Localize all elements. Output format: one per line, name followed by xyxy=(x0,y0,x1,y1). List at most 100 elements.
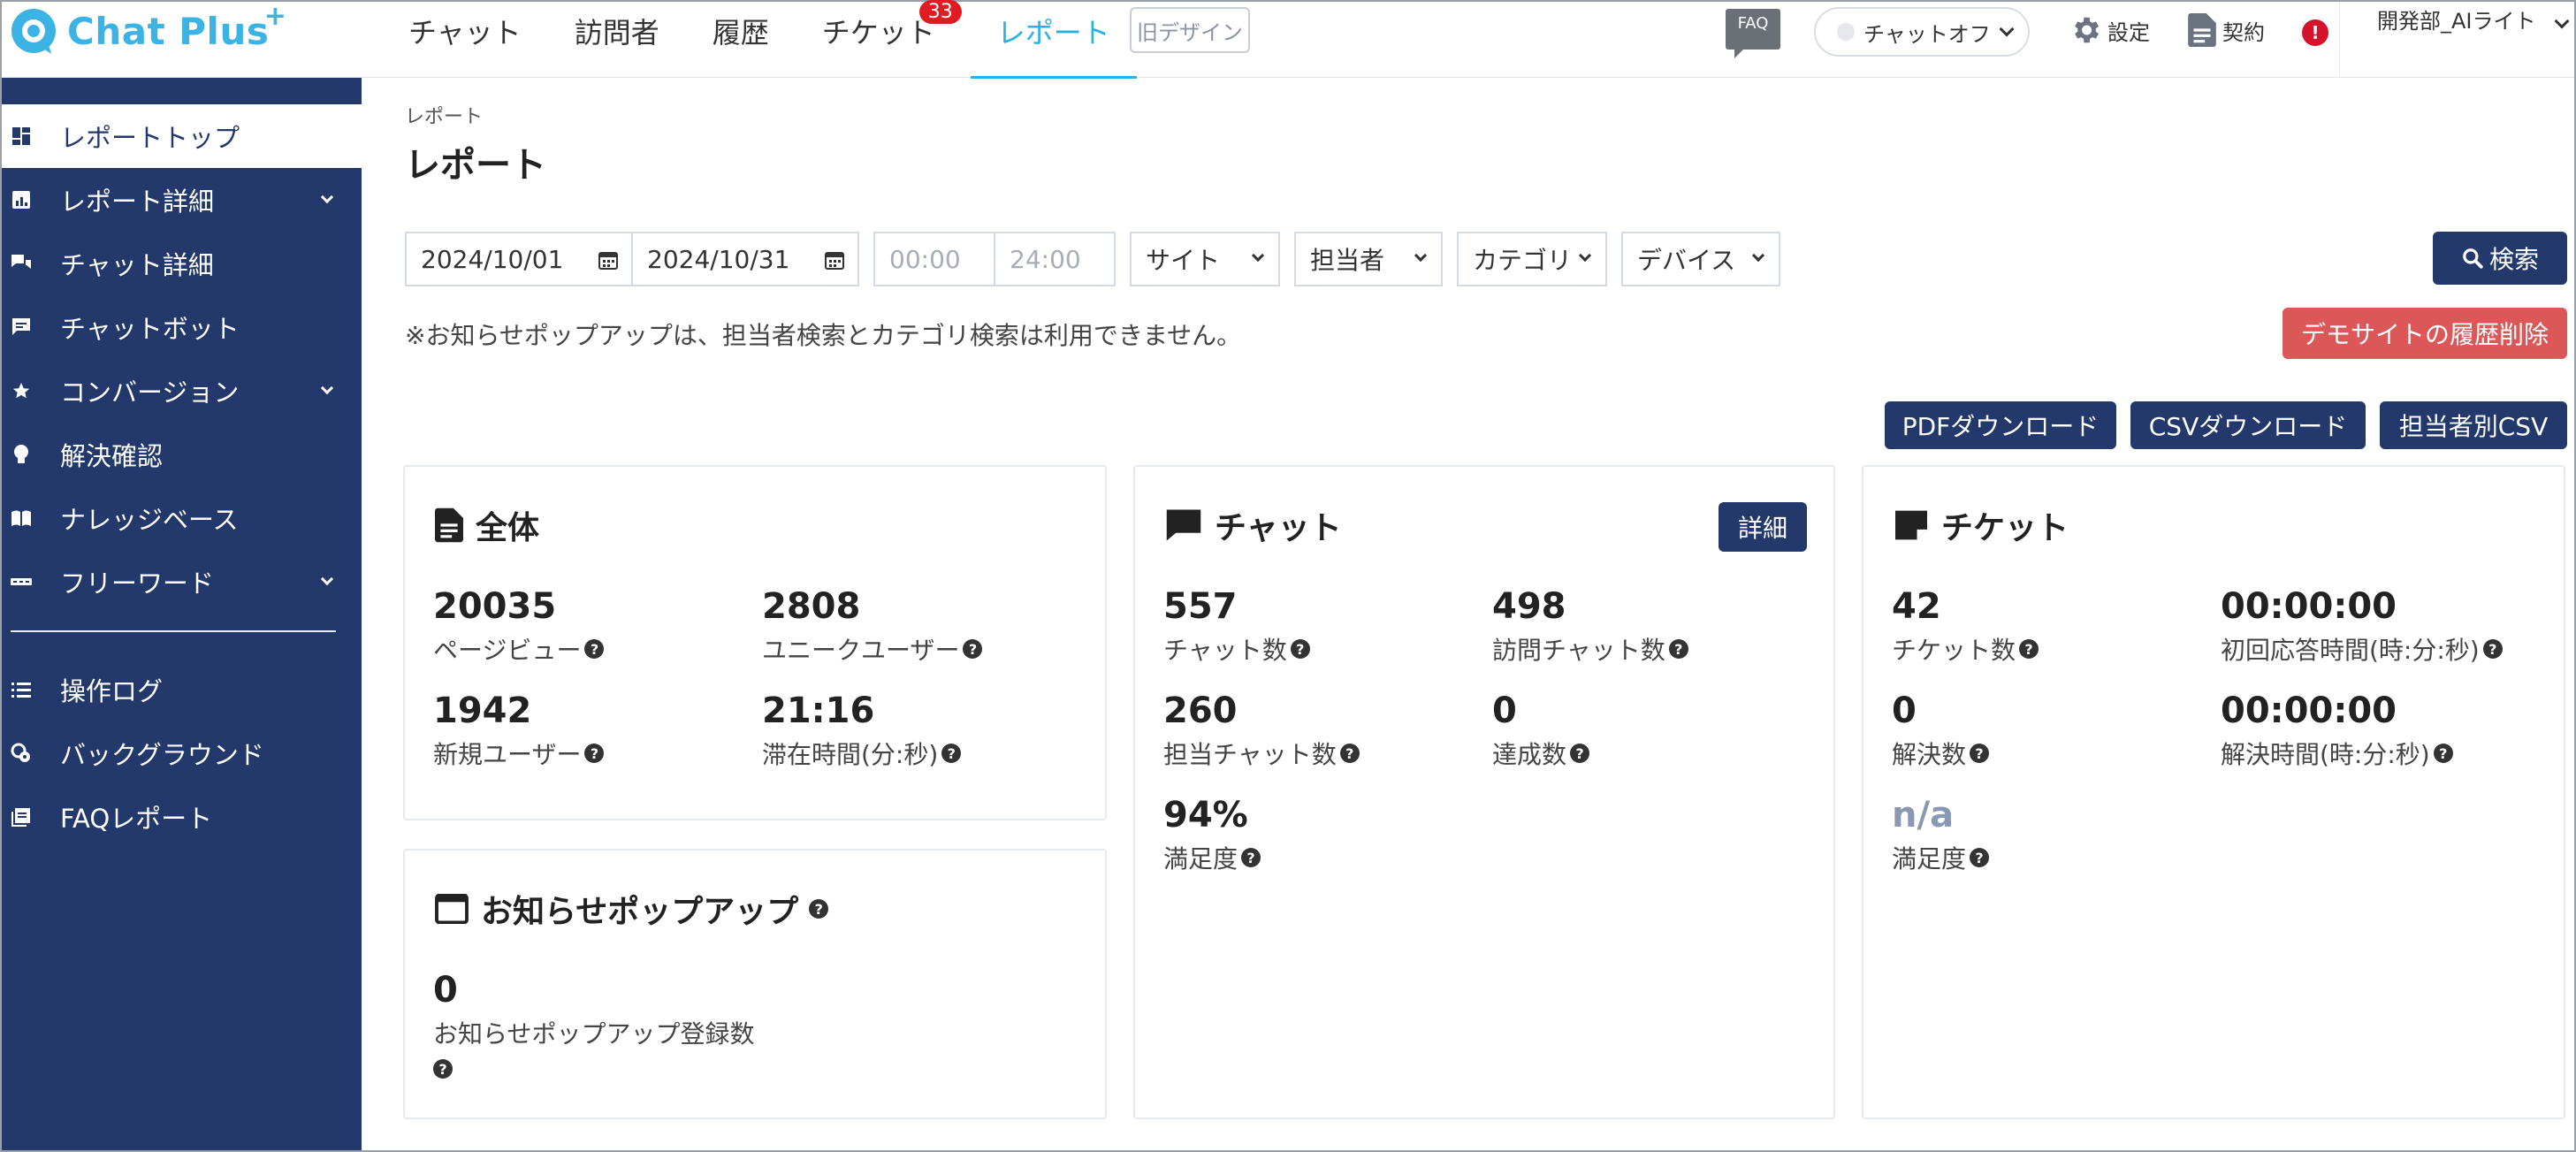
faq-icon[interactable]: FAQ xyxy=(1726,9,1780,58)
chat-card: チャット 詳細 557 チャット数? 498 訪問チャット数? 260 担当チャ… xyxy=(1133,465,1835,1119)
delete-demo-history-button[interactable]: デモサイトの履歴削除 xyxy=(2283,308,2567,359)
nav-ticket[interactable]: チケット 33 xyxy=(796,0,971,78)
help-icon[interactable]: ? xyxy=(1570,744,1590,763)
sidebar-item-free-word[interactable]: フリーワード xyxy=(2,550,362,614)
chevron-down-icon xyxy=(1751,248,1765,263)
csv-download-button[interactable]: CSVダウンロード xyxy=(2130,401,2366,449)
notice-text: ※お知らせポップアップは、担当者検索とカテゴリ検索は利用できません。 xyxy=(405,321,1242,350)
help-icon[interactable]: ? xyxy=(1241,848,1261,867)
help-icon[interactable]: ? xyxy=(2019,639,2039,659)
metric-ticket-count: 42 チケット数? xyxy=(1892,585,2039,667)
agent-csv-button[interactable]: 担当者別CSV xyxy=(2380,401,2567,449)
help-icon[interactable]: ? xyxy=(1668,639,1688,659)
chat-detail-button[interactable]: 詳細 xyxy=(1719,502,1807,552)
sidebar-item-label: フリーワード xyxy=(60,568,215,599)
user-menu[interactable]: 開発部_AIライト xyxy=(2339,2,2576,78)
category-select[interactable]: カテゴリ xyxy=(1457,232,1607,286)
alert-icon[interactable]: ! xyxy=(2302,19,2328,46)
metric-label-row: ユニークユーザー? xyxy=(762,631,983,667)
sidebar-item-label: FAQレポート xyxy=(60,804,213,834)
pdf-download-button[interactable]: PDFダウンロード xyxy=(1885,401,2116,449)
metric-first-response-time: 00:00:00 初回応答時間(時:分:秒)? xyxy=(2221,585,2503,667)
chevron-down-icon xyxy=(1999,21,2015,37)
nav-report-label: レポート xyxy=(996,16,1110,50)
date-to-value: 2024/10/31 xyxy=(647,244,790,274)
help-icon[interactable]: ? xyxy=(433,1059,453,1079)
sidebar-item-chat-detail[interactable]: チャット詳細 xyxy=(2,232,362,295)
metric-chat-satisfaction: 94% 満足度? xyxy=(1163,794,1261,875)
breadcrumb[interactable]: レポート xyxy=(405,101,483,129)
date-to-input[interactable]: 2024/10/31 xyxy=(631,232,859,286)
metric-value: 2808 xyxy=(762,586,861,627)
time-to-input[interactable]: 24:00 xyxy=(994,232,1116,286)
sidebar-divider xyxy=(11,630,336,632)
metric-label-row: ページビュー? xyxy=(433,631,605,667)
metric-label: 訪問チャット数 xyxy=(1492,636,1665,665)
contract-link[interactable]: 契約 xyxy=(2187,12,2265,48)
help-icon[interactable]: ? xyxy=(809,899,829,919)
sidebar-item-label: レポート詳細 xyxy=(60,187,215,217)
main-nav: チャット 訪問者 履歴 チケット 33 レポート xyxy=(382,0,1137,79)
settings-link[interactable]: 設定 xyxy=(2069,12,2150,48)
sidebar-item-chatbot[interactable]: チャットボット xyxy=(2,295,362,359)
sidebar-item-operation-log[interactable]: 操作ログ xyxy=(2,658,362,721)
popup-card: お知らせポップアップ ? 0 お知らせポップアップ登録数 ? xyxy=(403,849,1107,1119)
help-icon[interactable]: ? xyxy=(1290,639,1310,659)
help-icon[interactable]: ? xyxy=(2433,744,2453,763)
help-icon[interactable]: ? xyxy=(1970,744,1990,763)
device-select[interactable]: デバイス xyxy=(1621,232,1780,286)
metric-label: 解決時間(時:分:秒) xyxy=(2221,740,2430,769)
agent-select[interactable]: 担当者 xyxy=(1294,232,1443,286)
sidebar-item-conversion[interactable]: コンバージョン xyxy=(2,359,362,423)
logo[interactable]: Chat Plus + xyxy=(9,1,286,57)
metric-label-row: 滞在時間(分:秒)? xyxy=(762,736,962,771)
page-title: レポート xyxy=(405,145,546,186)
sidebar-item-background[interactable]: バックグラウンド xyxy=(2,721,362,785)
chat-status-toggle[interactable]: チャットオフ xyxy=(1814,7,2030,57)
metric-value: 1942 xyxy=(433,690,532,731)
metric-label: お知らせポップアップ登録数 xyxy=(433,1019,755,1049)
chat-plus-logo-icon xyxy=(11,9,56,54)
nav-report[interactable]: レポート xyxy=(970,2,1137,79)
site-select[interactable]: サイト xyxy=(1130,232,1280,286)
help-icon[interactable]: ? xyxy=(2482,639,2503,659)
user-name: 開発部_AIライト xyxy=(2377,9,2536,34)
time-from-input[interactable]: 00:00 xyxy=(873,232,995,286)
logo-plus: + xyxy=(263,0,287,32)
sidebar-item-report-top[interactable]: レポートトップ xyxy=(2,104,362,168)
dashboard-icon xyxy=(11,126,32,147)
search-button[interactable]: 検索 xyxy=(2433,232,2567,285)
sidebar-item-resolution[interactable]: 解決確認 xyxy=(2,423,362,486)
sidebar-item-label: レポートトップ xyxy=(60,123,240,153)
nav-history[interactable]: 履歴 xyxy=(686,2,796,78)
old-design-button[interactable]: 旧デザイン xyxy=(1130,7,1250,53)
date-from-input[interactable]: 2024/10/01 xyxy=(405,232,633,286)
sidebar-item-knowledge-base[interactable]: ナレッジベース xyxy=(2,486,362,550)
help-icon[interactable]: ? xyxy=(941,744,962,763)
time-to-placeholder: 24:00 xyxy=(1010,244,1081,274)
help-icon[interactable]: ? xyxy=(963,639,983,659)
metric-value: 0 xyxy=(1492,690,1517,731)
popup-card-title: お知らせポップアップ ? xyxy=(435,886,829,932)
help-icon[interactable]: ? xyxy=(584,639,605,659)
device-select-value: デバイス xyxy=(1637,246,1736,275)
contract-label: 契約 xyxy=(2222,19,2265,45)
help-icon[interactable]: ? xyxy=(584,744,605,763)
sidebar-item-faq-report[interactable]: FAQレポート xyxy=(2,785,362,849)
sidebar-item-report-detail[interactable]: レポート詳細 xyxy=(2,168,362,232)
abc-icon xyxy=(11,571,32,592)
help-row: ? xyxy=(433,1059,754,1079)
chat-status-label: チャットオフ xyxy=(1863,21,1991,47)
help-icon[interactable]: ? xyxy=(1339,744,1360,763)
chat-title-text: チャット xyxy=(1215,510,1342,546)
calendar-icon xyxy=(825,252,844,270)
star-icon xyxy=(11,380,32,401)
overall-card: 全体 20035 ページビュー? 2808 ユニークユーザー? 1942 新規ユ… xyxy=(403,465,1107,820)
ticket-card: チケット 42 チケット数? 00:00:00 初回応答時間(時:分:秒)? 0… xyxy=(1862,465,2565,1119)
nav-visitors[interactable]: 訪問者 xyxy=(548,2,686,78)
help-icon[interactable]: ? xyxy=(1970,848,1990,867)
chat-bubble-icon xyxy=(1166,509,1201,541)
metric-assigned-chat-count: 260 担当チャット数? xyxy=(1163,690,1360,771)
document-icon xyxy=(2188,13,2216,47)
nav-chat[interactable]: チャット xyxy=(382,2,548,78)
